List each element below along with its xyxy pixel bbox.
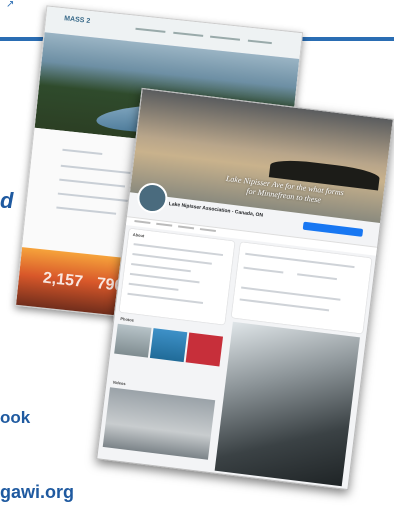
post-line	[297, 273, 338, 281]
section-label: Photos	[120, 316, 135, 323]
post-card	[231, 242, 372, 334]
facebook-label-fragment: ook	[0, 408, 31, 427]
post-line	[245, 252, 355, 269]
tab-item	[199, 228, 216, 233]
photo-thumbnail	[149, 328, 188, 363]
post-line	[241, 286, 341, 301]
about-line	[129, 272, 200, 284]
post-line	[239, 298, 330, 312]
facebook-screenshot: Lake Nipisser Ave for the what forms for…	[96, 87, 394, 491]
photo-thumbnail	[185, 332, 224, 367]
tab-item	[134, 220, 151, 224]
winter-forest-photo	[214, 321, 360, 487]
about-line	[127, 292, 204, 304]
about-line	[131, 262, 191, 273]
section-label: About	[132, 231, 145, 239]
tab-item	[156, 222, 173, 227]
facebook-action-button	[302, 221, 364, 237]
photo-thumbnail	[114, 323, 152, 358]
content-line	[60, 164, 131, 175]
external-link-icon: ↗	[6, 0, 15, 10]
content-line	[62, 148, 103, 155]
website-nav-links	[135, 26, 272, 45]
video-thumbnail	[102, 387, 216, 460]
about-card: About	[119, 228, 235, 325]
content-line	[57, 192, 130, 203]
post-line	[243, 266, 284, 274]
about-line	[132, 253, 212, 265]
content-line	[59, 178, 126, 188]
website-url-fragment: gawi.org	[0, 482, 75, 502]
website-logo: MASS 2	[63, 15, 91, 25]
content-line	[56, 206, 117, 215]
section-label: Videos	[112, 379, 126, 387]
edge-text-fragment: d	[0, 188, 14, 213]
tab-item	[178, 225, 195, 230]
about-line	[128, 282, 179, 291]
